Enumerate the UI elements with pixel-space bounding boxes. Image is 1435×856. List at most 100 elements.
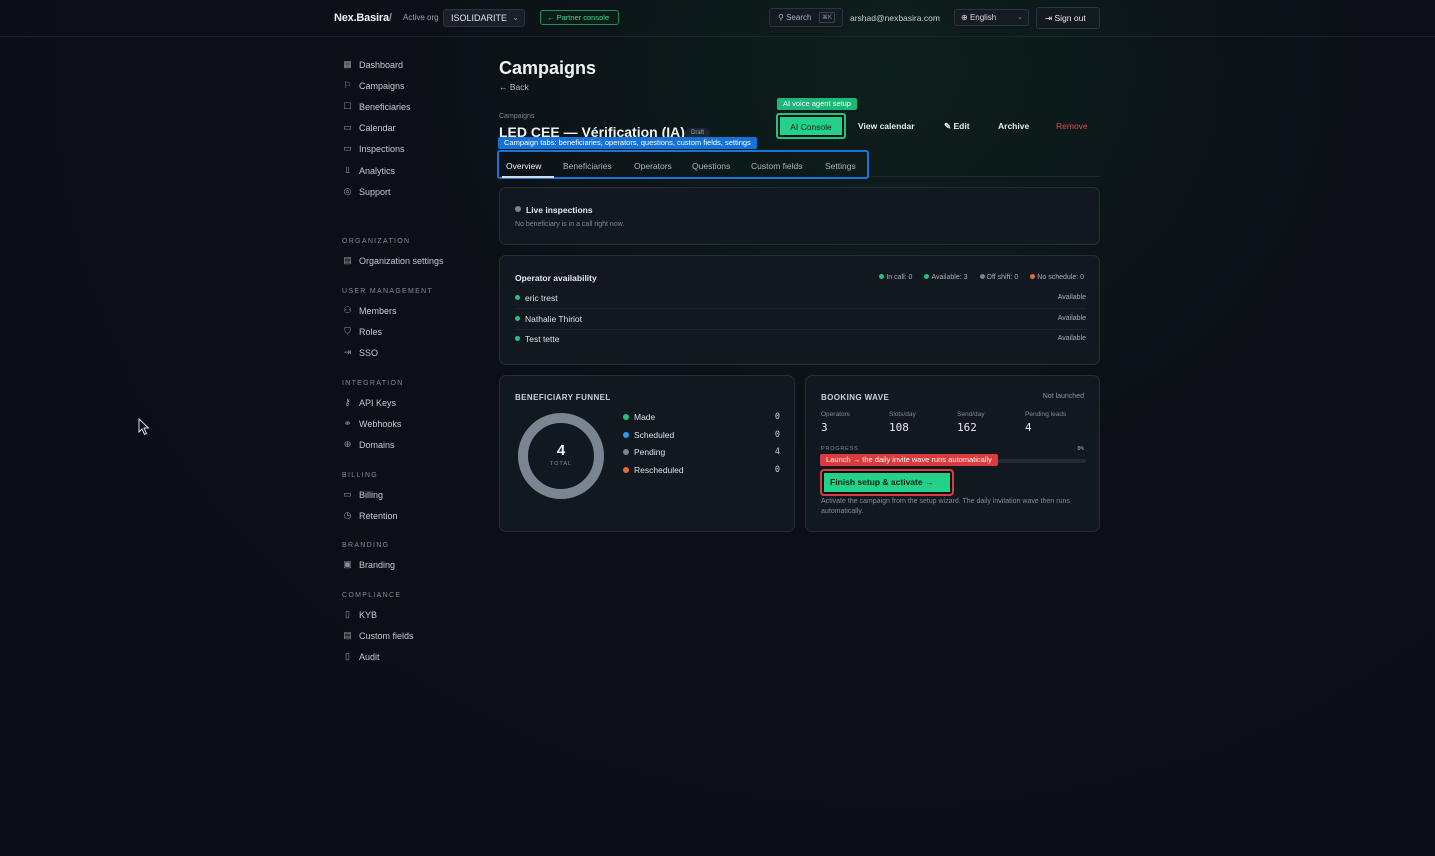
tabs-tooltip: Campaign tabs: beneficiaries, operators,… [498,137,757,149]
sidebar-item-label: Inspections [359,144,405,155]
status-dot [515,315,520,321]
funnel-legend-item: Pending 4 [623,446,780,460]
operator-status: Available [1057,294,1086,301]
sidebar-item-label: Retention [359,511,398,522]
stat-key: Pending leads [1025,411,1067,418]
stat-operators: Operators 3 [821,411,850,434]
remove-button[interactable]: Remove [1056,121,1088,131]
sidebar-item-inspections[interactable]: ▭ Inspections [334,141,474,159]
sidebar-item-beneficiaries[interactable]: ☐ Beneficiaries [334,99,474,117]
sidebar-item-webhooks[interactable]: ⚭ Webhooks [334,416,474,434]
finish-setup-activate-button[interactable]: Finish setup & activate → [820,469,954,496]
sidebar-item-campaigns[interactable]: ⚐ Campaigns [334,78,474,96]
booking-wave-status: Not launched [1042,393,1084,400]
sidebar-item-members[interactable]: ⚇ Members [334,303,474,321]
sidebar-item-label: Dashboard [359,60,404,70]
sidebar-item-kyb[interactable]: ▯ KYB [334,607,474,625]
sidebar-item-sso[interactable]: ⇥ SSO [334,345,474,363]
link-icon: ⚭ [343,418,352,429]
shield-icon: ⛉ [344,326,351,337]
active-org-select[interactable]: ISOLIDARITE ⌄ [443,9,525,27]
globe-icon: ⊕ [961,13,968,22]
sidebar-section-organization: ORGANIZATION [342,238,411,245]
search-button[interactable]: ⚲ Search ⌘K [769,8,843,27]
sidebar-item-organization-settings[interactable]: ▤ Organization settings [334,253,474,271]
booking-wave-card: BOOKING WAVE Not launched Operators 3 Slo… [805,375,1100,532]
language-value: English [969,13,997,22]
edit-button[interactable]: ✎ Edit [944,121,970,132]
sidebar-item-custom-fields[interactable]: ▤ Custom fields [334,628,474,646]
legend-label: Rescheduled [634,464,684,475]
sidebar-item-billing[interactable]: ▭ Billing [334,487,474,505]
breadcrumb[interactable]: Campaigns [499,113,534,120]
status-dot [879,274,885,279]
language-select[interactable]: ⊕ English ⌄ [954,9,1029,26]
tab-overview[interactable]: Overview [506,161,541,171]
sidebar-item-dashboard[interactable]: ▦ Dashboard [334,57,474,75]
archive-button[interactable]: Archive [998,121,1029,131]
key-icon: ⚷ [344,397,351,407]
sidebar-item-retention[interactable]: ◷ Retention [334,508,474,526]
tab-questions[interactable]: Questions [692,161,730,171]
sidebar-item-analytics[interactable]: ⫫ Analytics [334,163,474,181]
partner-console-button[interactable]: ← Partner console [540,10,619,25]
tab-operators[interactable]: Operators [634,161,672,171]
chart-icon: ⫫ [344,164,351,175]
view-calendar-button[interactable]: View calendar [858,121,915,131]
sidebar-item-domains[interactable]: ⊕ Domains [334,437,474,455]
booking-wave-title: BOOKING WAVE [821,393,890,402]
operator-availability-title: Operator availability [515,273,597,283]
user-email: arshad@nexbasira.com [850,13,940,23]
operator-stat: Off shift: 0 [974,274,1019,281]
search-icon: ⚲ [778,13,784,22]
status-dot [515,295,520,300]
chevron-down-icon: ⌄ [1017,14,1023,21]
sidebar-item-label: Campaigns [359,81,405,92]
active-org-label: Active org [403,13,439,22]
sidebar-item-label: Analytics [359,165,396,176]
calendar-icon: ▭ [343,122,352,133]
progress-percent: 0% [1077,446,1084,452]
sidebar-item-label: SSO [359,348,379,359]
users-icon: ⚇ [343,305,352,315]
stat-value: 162 [957,421,977,434]
sidebar-item-roles[interactable]: ⛉ Roles [334,324,474,342]
legend-label: Pending [634,447,666,457]
operator-stat-label: Off shift: 0 [986,274,1019,281]
operator-stat: No schedule: 0 [1024,274,1084,281]
tab-custom-fields[interactable]: Custom fields [751,161,803,171]
operator-name: Test tette [525,334,560,344]
status-dot [979,274,985,279]
sidebar-item-label: API Keys [359,398,397,408]
tab-beneficiaries[interactable]: Beneficiaries [563,161,612,171]
status-dot [515,206,521,212]
sign-out-button[interactable]: ⇥ Sign out [1036,7,1100,29]
operator-stats: In call: 0 Available: 3 Off shift: 0 No sch… [867,274,1084,281]
sidebar-item-branding[interactable]: ▣ Branding [334,557,474,575]
id-card-icon: ☐ [343,101,352,112]
sidebar-item-support[interactable]: ◎ Support [334,184,474,202]
mouse-cursor-icon [138,418,150,436]
sidebar-item-calendar[interactable]: ▭ Calendar [334,120,474,138]
status-dot [924,274,930,279]
active-tab-indicator [502,176,554,178]
sidebar-section-user-management: USER MANAGEMENT [342,288,434,295]
search-shortcut: ⌘K [818,12,835,23]
sidebar-item-label: Beneficiaries [359,102,411,113]
operator-status: Available [1057,335,1086,342]
file-icon: ▯ [345,651,350,662]
sidebar-item-label: Organization settings [359,256,444,266]
ai-console-button[interactable]: AI Console [776,113,846,139]
brand-logo[interactable]: Nex.Basira/ [334,12,392,24]
tab-settings[interactable]: Settings [825,161,856,171]
lifebuoy-icon: ◎ [343,185,352,196]
sidebar-section-compliance: COMPLIANCE [342,592,402,599]
legend-dot [623,449,629,455]
sidebar-item-audit[interactable]: ▯ Audit [334,649,474,667]
stat-value: 4 [1025,421,1032,434]
sidebar-item-api-keys[interactable]: ⚷ API Keys [334,395,474,413]
image-icon: ▣ [343,559,352,569]
back-link[interactable]: ← Back [499,82,529,92]
sidebar-item-label: Calendar [359,123,396,134]
sign-out-label: Sign out [1054,13,1086,23]
